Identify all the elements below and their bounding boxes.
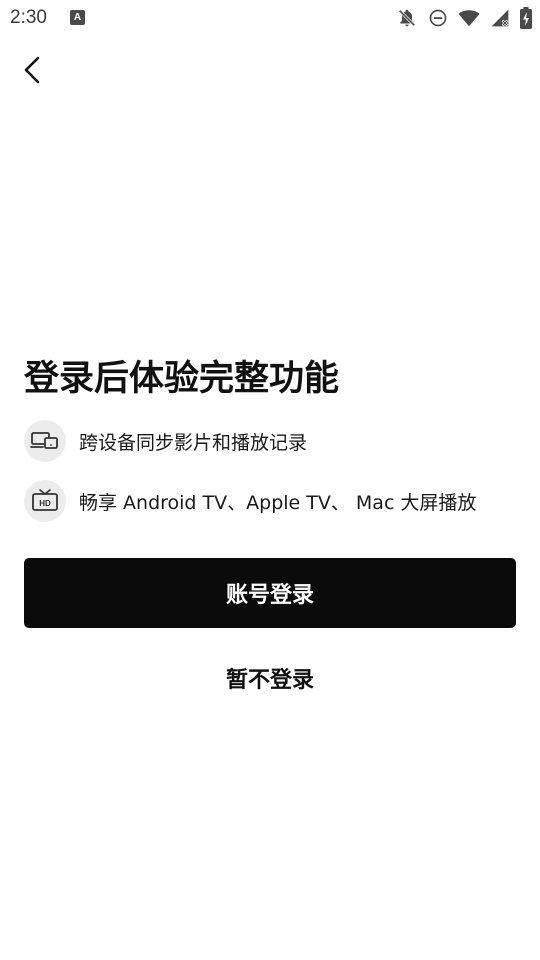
svg-text:HD: HD bbox=[39, 499, 51, 508]
status-icons bbox=[396, 6, 532, 30]
status-time: 2:30 bbox=[10, 7, 47, 28]
feature-item-sync: 跨设备同步影片和播放记录 bbox=[24, 420, 307, 462]
wifi-icon bbox=[458, 8, 480, 28]
status-bar: 2:30 A bbox=[0, 0, 540, 36]
do-not-disturb-icon bbox=[428, 8, 448, 28]
multi-device-sync-icon bbox=[24, 420, 66, 462]
feature-text: 跨设备同步影片和播放记录 bbox=[79, 431, 308, 454]
account-login-button[interactable]: 账号登录 bbox=[24, 558, 516, 628]
cellular-signal-icon bbox=[490, 8, 510, 28]
back-button[interactable] bbox=[14, 50, 54, 90]
feature-item-tv: HD 畅享 Android TV、Apple TV、 Mac 大屏播放 bbox=[24, 480, 476, 522]
battery-charging-icon bbox=[520, 7, 532, 29]
app-notification-icon: A bbox=[70, 10, 85, 25]
hd-tv-icon: HD bbox=[24, 480, 66, 522]
login-headline: 登录后体验完整功能 bbox=[24, 359, 340, 399]
chevron-left-icon bbox=[24, 56, 40, 84]
skip-login-button[interactable]: 暂不登录 bbox=[170, 652, 370, 704]
feature-text: 畅享 Android TV、Apple TV、 Mac 大屏播放 bbox=[79, 491, 477, 514]
notifications-off-icon bbox=[396, 7, 418, 29]
